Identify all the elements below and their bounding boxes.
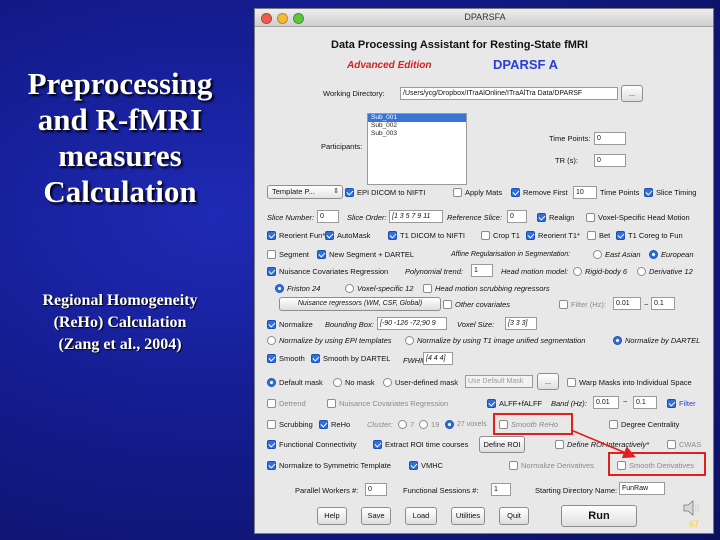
save-button[interactable]: Save [361, 507, 391, 525]
highlight-arrow [570, 429, 636, 459]
dparsfa-window: DPARSFA Data Processing Assistant for Re… [254, 8, 714, 534]
page-number: 67 [689, 519, 700, 529]
slide-title: Preprocessing and R-fMRI measures Calcul… [4, 66, 236, 210]
parallel-workers-label: Parallel Workers #: [295, 486, 359, 495]
slide-title-line: Calculation [43, 174, 197, 209]
run-button[interactable]: Run [561, 505, 637, 527]
slide-subtitle: Regional Homogeneity (ReHo) Calculation … [6, 290, 234, 356]
slide-title-line: measures [58, 138, 182, 173]
slide-title-line: and R-fMRI [37, 102, 203, 137]
slide-subtitle-line: (Zang et al., 2004) [58, 336, 182, 353]
help-button[interactable]: Help [317, 507, 347, 525]
functional-sessions-label: Functional Sessions #: [403, 486, 479, 495]
starting-directory-input[interactable]: FunRaw [619, 482, 665, 495]
parallel-workers-input[interactable]: 0 [365, 483, 387, 496]
quit-button[interactable]: Quit [499, 507, 529, 525]
slide-subtitle-line: Regional Homogeneity [42, 292, 198, 309]
slide-left-panel: Preprocessing and R-fMRI measures Calcul… [0, 0, 240, 540]
starting-directory-label: Starting Directory Name: [535, 486, 618, 495]
slide-title-line: Preprocessing [27, 66, 213, 101]
load-button[interactable]: Load [405, 507, 437, 525]
utilities-button[interactable]: Utilities [451, 507, 485, 525]
functional-sessions-input[interactable]: 1 [491, 483, 511, 496]
slide-subtitle-line: (ReHo) Calculation [53, 314, 187, 331]
speaker-icon[interactable] [681, 497, 703, 519]
